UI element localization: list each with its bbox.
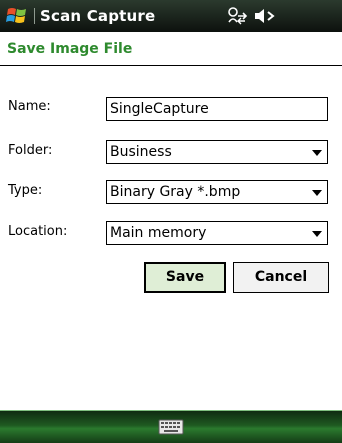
header-divider [0,65,342,66]
page-title: Save Image File [7,41,133,57]
type-label: Type: [8,183,43,198]
name-input[interactable]: SingleCapture [106,97,328,121]
name-label: Name: [8,99,51,114]
cancel-button[interactable]: Cancel [233,262,329,293]
folder-dropdown[interactable]: Business [106,140,328,164]
location-label: Location: [8,224,68,239]
chevron-down-icon[interactable] [312,231,322,237]
app-title: Scan Capture [40,7,156,25]
type-dropdown[interactable]: Binary Gray *.bmp [106,180,328,204]
chevron-down-icon[interactable] [312,190,322,196]
name-input-value: SingleCapture [110,101,209,117]
connectivity-icon[interactable] [226,6,248,26]
page-header: Save Image File [0,32,342,66]
keyboard-icon[interactable] [158,419,184,435]
type-dropdown-value: Binary Gray *.bmp [110,184,241,200]
title-bar: Scan Capture [0,0,342,32]
speaker-muted-icon[interactable] [254,7,276,25]
location-dropdown[interactable]: Main memory [106,221,328,245]
save-button[interactable]: Save [144,262,226,293]
title-separator [34,8,35,24]
folder-dropdown-value: Business [110,144,172,160]
location-dropdown-value: Main memory [110,225,207,241]
windows-flag-icon[interactable] [6,5,28,27]
chevron-down-icon[interactable] [312,150,322,156]
softkey-bar [0,410,342,443]
folder-label: Folder: [8,143,53,158]
